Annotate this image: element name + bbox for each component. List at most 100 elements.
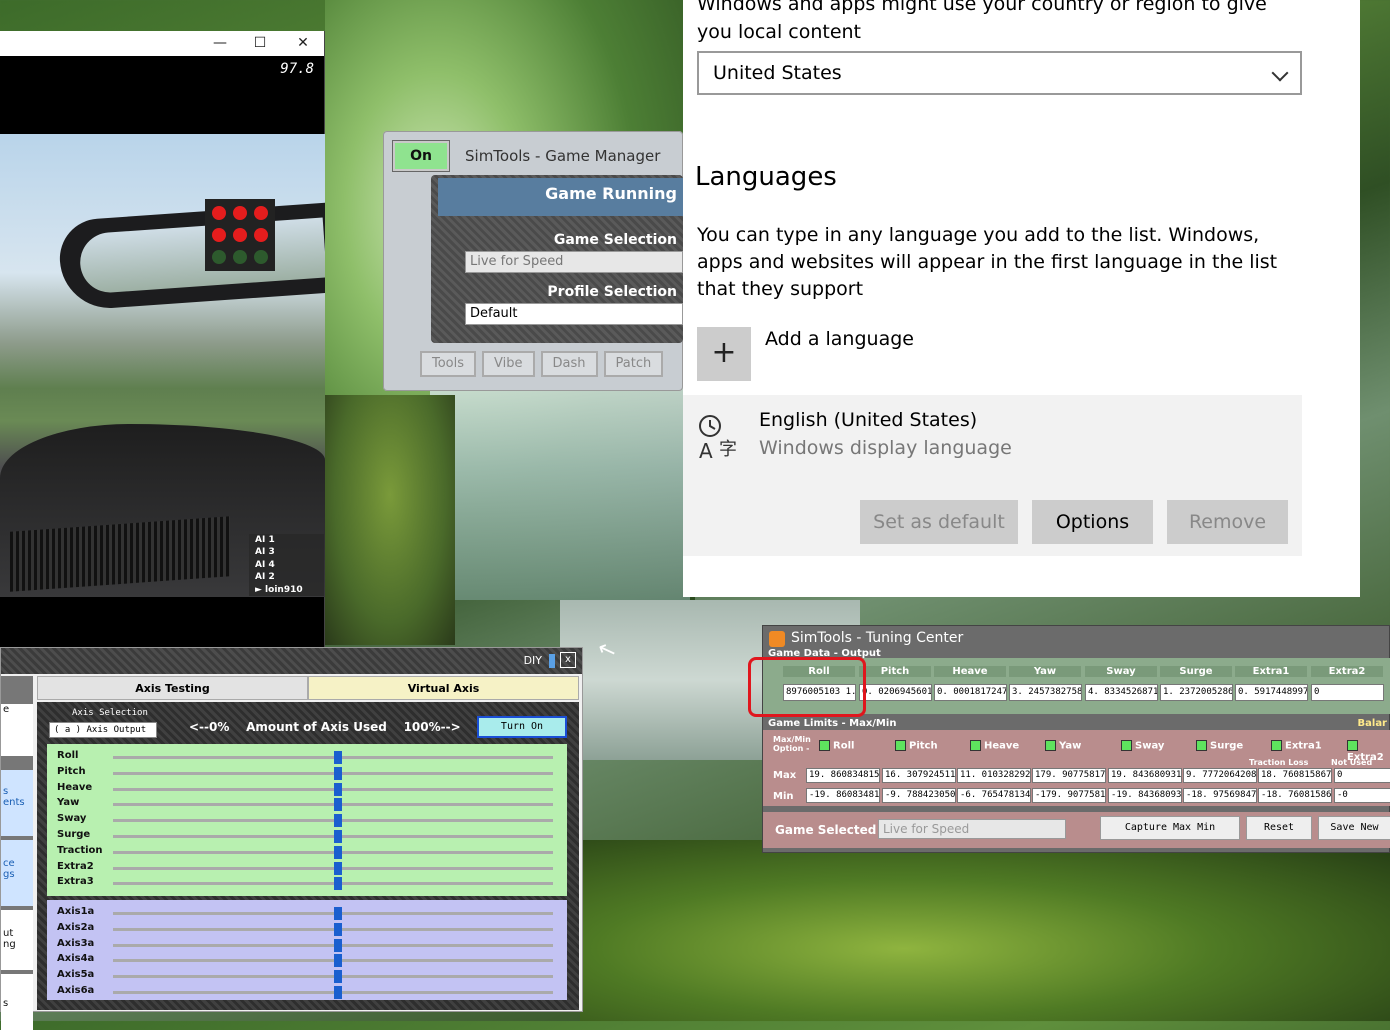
checkbox-checked-icon[interactable]: [895, 740, 906, 751]
axis-slider-track[interactable]: [113, 882, 553, 886]
axis-slider-track[interactable]: [113, 850, 553, 854]
axis-slider-track[interactable]: [113, 927, 553, 931]
sidebar-item[interactable]: ce gs: [1, 840, 33, 906]
axis-slider-handle[interactable]: [334, 907, 342, 920]
axis-slider-track[interactable]: [113, 787, 553, 791]
sidebar-item[interactable]: s: [1, 974, 33, 1030]
axis-slider-handle[interactable]: [334, 861, 342, 875]
min-value-field[interactable]: -19. 84368093: [1108, 788, 1182, 803]
axis-selection-select[interactable]: ( a ) Axis Output: [49, 722, 157, 738]
game-manager-window[interactable]: On SimTools - Game Manager Game Running …: [383, 131, 683, 391]
axis-checkbox[interactable]: Yaw: [1045, 740, 1081, 752]
tab-vibe[interactable]: Vibe: [482, 351, 535, 377]
max-value-field[interactable]: 179. 90775817: [1032, 768, 1106, 783]
axis-slider-handle[interactable]: [334, 845, 342, 859]
remove-button[interactable]: Remove: [1167, 500, 1288, 544]
axis-slider-handle[interactable]: [334, 922, 342, 936]
min-value-field[interactable]: -179. 9077581: [1032, 788, 1106, 803]
min-value-field[interactable]: -19. 86083481: [806, 788, 880, 803]
profile-selection-select[interactable]: Default: [465, 303, 683, 325]
diy-window[interactable]: DIY x e s ents ce gs ut ng s Axis Testin…: [0, 647, 583, 1030]
max-value-field[interactable]: 16. 307924511: [882, 768, 956, 783]
settings-window[interactable]: Windows and apps might use your country …: [683, 0, 1360, 597]
turn-on-button[interactable]: Turn On: [477, 716, 567, 738]
axis-slider-track[interactable]: [113, 991, 553, 994]
axis-slider-track[interactable]: [113, 756, 553, 759]
output-value-field[interactable]: 0. 0206945601: [859, 684, 932, 701]
checkbox-checked-icon[interactable]: [1347, 740, 1358, 751]
diy-titlebar[interactable]: DIY x: [1, 648, 582, 674]
game-titlebar[interactable]: — ☐ ✕: [0, 31, 324, 56]
axis-slider-handle[interactable]: [334, 782, 342, 796]
checkbox-checked-icon[interactable]: [1271, 740, 1282, 751]
tab-tools[interactable]: Tools: [420, 351, 477, 377]
max-value-field[interactable]: 11. 010328292: [957, 768, 1031, 783]
axis-slider-track[interactable]: [113, 943, 553, 947]
min-value-field[interactable]: -0: [1334, 788, 1390, 803]
axis-checkbox[interactable]: Extra1: [1271, 740, 1322, 752]
max-value-field[interactable]: 19. 843680931: [1108, 768, 1182, 783]
axis-slider-handle[interactable]: [334, 938, 342, 952]
tab-axis-testing[interactable]: Axis Testing: [37, 676, 308, 700]
min-value-field[interactable]: -18. 76081586: [1258, 788, 1332, 803]
checkbox-checked-icon[interactable]: [1121, 740, 1132, 751]
checkbox-checked-icon[interactable]: [1045, 740, 1056, 751]
axis-checkbox[interactable]: Roll: [819, 740, 854, 752]
sidebar-item[interactable]: e: [1, 704, 33, 756]
axis-slider-track[interactable]: [113, 912, 553, 915]
axis-slider-handle[interactable]: [334, 877, 342, 891]
game-selected-select[interactable]: Live for Speed: [878, 819, 1066, 839]
max-value-field[interactable]: 0: [1334, 768, 1390, 783]
output-value-field[interactable]: 3. 24573827587: [1009, 684, 1082, 701]
axis-slider-handle[interactable]: [334, 798, 342, 812]
close-icon[interactable]: ✕: [288, 33, 318, 53]
set-as-default-button[interactable]: Set as default: [860, 500, 1018, 544]
output-value-field[interactable]: 1. 2372005286: [1160, 684, 1233, 701]
axis-checkbox[interactable]: Sway: [1121, 740, 1164, 752]
min-value-field[interactable]: -9. 788423050: [882, 788, 956, 803]
axis-slider-handle[interactable]: [334, 751, 342, 764]
capture-max-min-button[interactable]: Capture Max Min: [1100, 816, 1240, 840]
max-value-field[interactable]: 9. 7772064208: [1183, 768, 1257, 783]
axis-slider-handle[interactable]: [334, 814, 342, 828]
axis-slider-track[interactable]: [113, 771, 553, 775]
add-language-label[interactable]: Add a language: [765, 328, 914, 350]
axis-slider-track[interactable]: [113, 819, 553, 823]
tab-dash[interactable]: Dash: [540, 351, 598, 377]
game-selection-select[interactable]: Live for Speed: [465, 251, 683, 273]
options-button[interactable]: Options: [1032, 500, 1153, 544]
maximize-icon[interactable]: ☐: [245, 33, 275, 53]
axis-slider-track[interactable]: [113, 866, 553, 870]
sidebar-item[interactable]: ut ng: [1, 910, 33, 970]
tab-virtual-axis[interactable]: Virtual Axis: [308, 676, 579, 700]
checkbox-checked-icon[interactable]: [1196, 740, 1207, 751]
axis-slider-track[interactable]: [113, 959, 553, 963]
min-value-field[interactable]: -18. 97569847: [1183, 788, 1257, 803]
axis-slider-handle[interactable]: [334, 954, 342, 968]
save-new-button[interactable]: Save New: [1318, 816, 1390, 840]
axis-slider-handle[interactable]: [334, 986, 342, 999]
sidebar-item[interactable]: s ents: [1, 770, 33, 836]
add-language-button[interactable]: +: [697, 327, 751, 381]
axis-slider-track[interactable]: [113, 803, 553, 807]
game-window[interactable]: — ☐ ✕ 97.8 AI 1 AI 3 AI 4 AI 2 ► loin910: [0, 31, 325, 675]
checkbox-checked-icon[interactable]: [970, 740, 981, 751]
axis-slider-track[interactable]: [113, 835, 553, 838]
language-list-item[interactable]: A 字 English (United States) Windows disp…: [683, 395, 1302, 556]
output-value-field[interactable]: 0. 5917448997: [1235, 684, 1308, 701]
output-value-field[interactable]: 4. 83345268711: [1085, 684, 1158, 701]
axis-slider-track[interactable]: [113, 975, 553, 979]
checkbox-checked-icon[interactable]: [819, 740, 830, 751]
close-icon[interactable]: x: [560, 652, 576, 668]
axis-checkbox[interactable]: Heave: [970, 740, 1019, 752]
axis-checkbox[interactable]: Pitch: [895, 740, 938, 752]
axis-checkbox[interactable]: Extra2: [1347, 740, 1390, 763]
country-select[interactable]: United States: [697, 51, 1302, 95]
max-value-field[interactable]: 18. 760815867: [1258, 768, 1332, 783]
minimize-icon[interactable]: —: [205, 33, 235, 53]
max-value-field[interactable]: 19. 860834815: [806, 768, 880, 783]
tab-patch[interactable]: Patch: [603, 351, 664, 377]
min-value-field[interactable]: -6. 765478134: [957, 788, 1031, 803]
axis-slider-handle[interactable]: [334, 830, 342, 843]
axis-slider-handle[interactable]: [334, 970, 342, 984]
